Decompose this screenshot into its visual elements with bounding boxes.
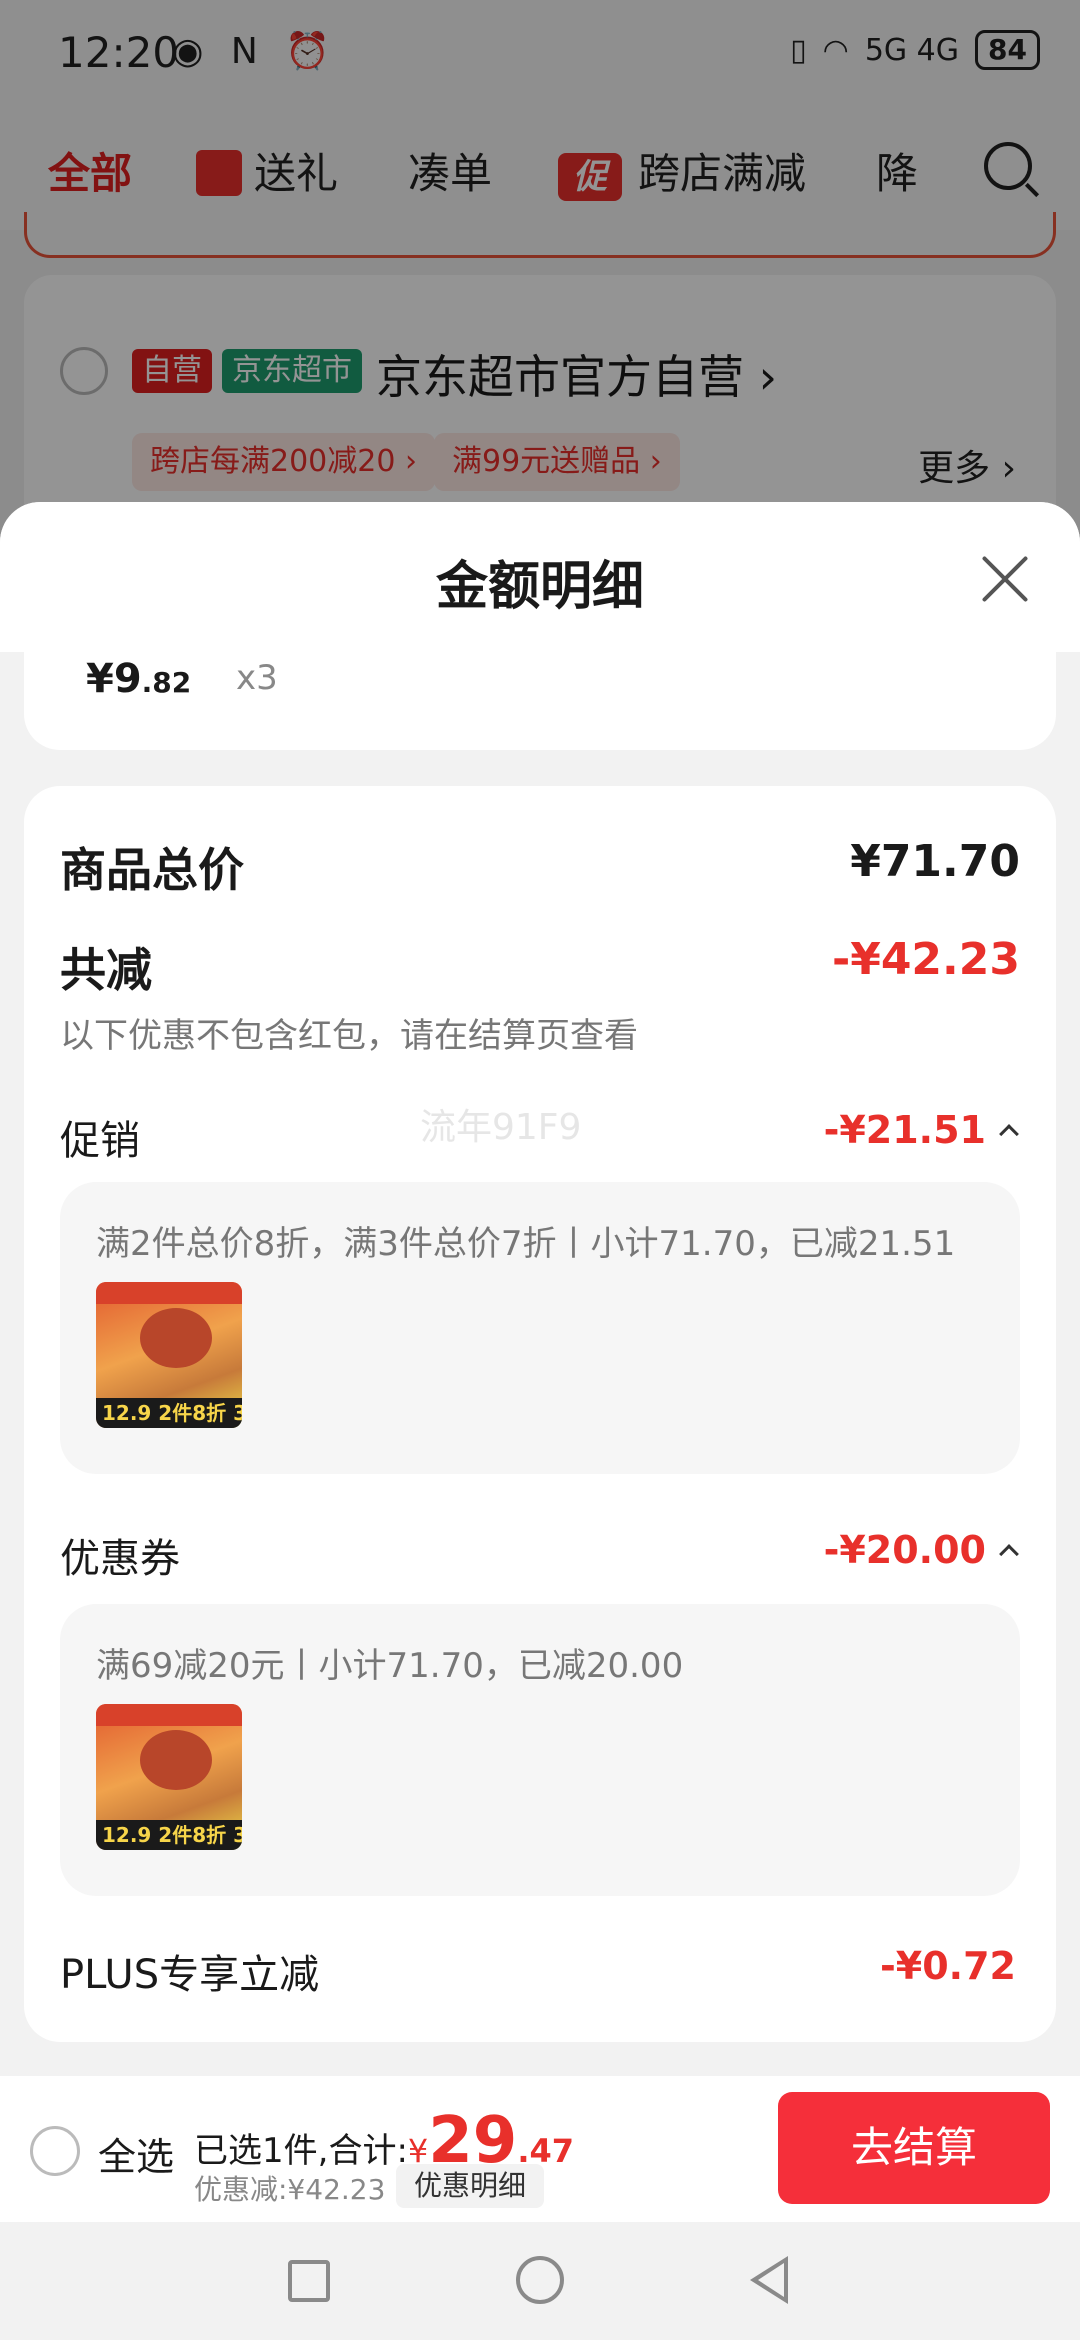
reduce-note: 以下优惠不包含红包，请在结算页查看	[60, 1016, 638, 1056]
home-icon[interactable]	[516, 2256, 564, 2304]
product-thumbnail[interactable]: 12.9 2件8折 3件7折	[96, 1704, 242, 1850]
close-icon[interactable]	[978, 552, 1032, 606]
thumbnail-caption: 12.9 2件8折 3件7折	[96, 1398, 242, 1428]
total-reduce-label: 共减	[60, 943, 152, 997]
sheet-header: 金额明细	[0, 502, 1080, 652]
promo-value: -¥21.51	[823, 1108, 986, 1152]
item-quantity: x3	[236, 658, 278, 698]
plus-discount-value: -¥0.72	[880, 1944, 1016, 1988]
amount-detail-sheet: 金额明细 ¥9.82 x3 商品总价 ¥71.70 共减 -¥42.23 以下优…	[0, 502, 1080, 2340]
chevron-up-icon	[999, 1544, 1019, 1564]
price-breakdown-card: 商品总价 ¥71.70 共减 -¥42.23 以下优惠不包含红包，请在结算页查看…	[24, 786, 1056, 2042]
checkout-bar: 全选 已选1件,合计:¥29.47 优惠减:¥42.23 优惠明细 去结算	[0, 2076, 1080, 2222]
thumbnail-caption: 12.9 2件8折 3件7折	[96, 1820, 242, 1850]
checkout-button[interactable]: 去结算	[778, 2092, 1050, 2204]
chevron-up-icon	[999, 1124, 1019, 1144]
coupon-label: 优惠券	[60, 1536, 180, 1582]
product-thumbnail[interactable]: 12.9 2件8折 3件7折	[96, 1282, 242, 1428]
back-icon[interactable]	[750, 2256, 788, 2304]
sheet-title: 金额明细	[435, 557, 644, 617]
promo-toggle[interactable]: -¥21.51	[823, 1108, 1019, 1152]
promo-detail-text: 满2件总价8折，满3件总价7折丨小计71.70，已减21.51	[96, 1224, 956, 1264]
selected-count-text: 已选1件,合计:	[194, 2131, 408, 2171]
promo-label: 促销	[60, 1118, 140, 1164]
promo-detail-box: 满2件总价8折，满3件总价7折丨小计71.70，已减21.51 12.9 2件8…	[60, 1182, 1020, 1474]
coupon-detail-text: 满69减20元丨小计71.70，已减20.00	[96, 1646, 684, 1686]
item-price: ¥9.82	[86, 656, 192, 702]
coupon-toggle[interactable]: -¥20.00	[823, 1528, 1019, 1572]
select-all-radio[interactable]	[30, 2126, 80, 2176]
discount-detail-button[interactable]: 优惠明细	[396, 2164, 545, 2208]
plus-discount-label: PLUS专享立减	[60, 1952, 320, 1998]
recent-apps-icon[interactable]	[288, 2260, 330, 2302]
total-price-value: ¥71.70	[850, 836, 1020, 887]
system-nav-bar	[0, 2222, 1080, 2340]
select-all-label[interactable]: 全选	[98, 2126, 174, 2181]
coupon-value: -¥20.00	[823, 1528, 986, 1572]
item-card-partial: ¥9.82 x3	[24, 652, 1056, 750]
coupon-detail-box: 满69减20元丨小计71.70，已减20.00 12.9 2件8折 3件7折	[60, 1604, 1020, 1896]
total-reduce-value: -¥42.23	[831, 934, 1020, 985]
discount-summary: 优惠减:¥42.23	[194, 2173, 386, 2206]
watermark: 流年91F9	[420, 1107, 582, 1148]
total-price-label: 商品总价	[60, 843, 244, 897]
